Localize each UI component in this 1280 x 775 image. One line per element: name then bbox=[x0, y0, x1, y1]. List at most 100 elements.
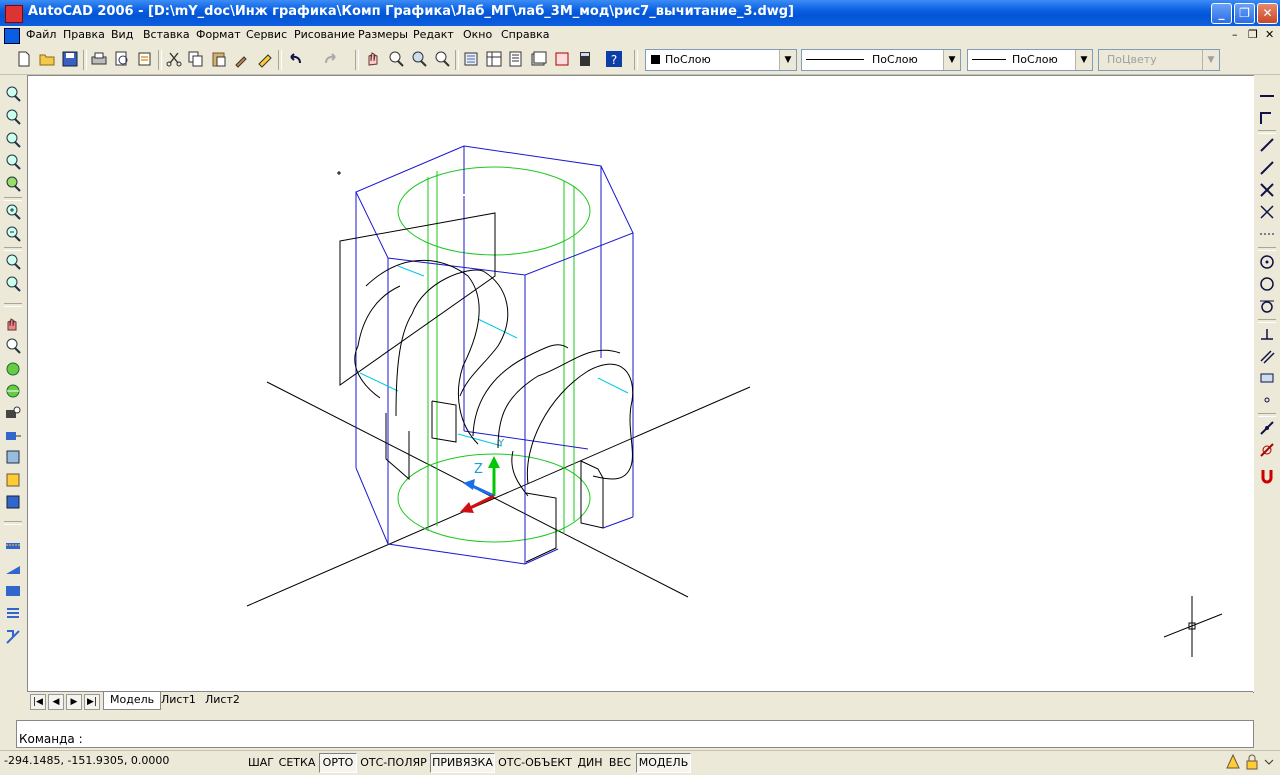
undo-icon[interactable] bbox=[286, 50, 304, 68]
snap-endpoint-icon[interactable] bbox=[1258, 136, 1276, 154]
snap-insert-icon[interactable] bbox=[1258, 369, 1276, 387]
coordinates-readout[interactable]: -294.1485, -151.9305, 0.0000 bbox=[4, 754, 169, 767]
tool-palettes-icon[interactable] bbox=[507, 50, 525, 68]
snap-perpendicular-icon[interactable] bbox=[1258, 325, 1276, 343]
zoom-realtime-icon[interactable] bbox=[387, 50, 405, 68]
snap-extension-icon[interactable] bbox=[1258, 225, 1276, 243]
view-front-icon[interactable] bbox=[4, 560, 22, 578]
snap-midpoint-icon[interactable] bbox=[1258, 159, 1276, 177]
view-manager-icon[interactable] bbox=[4, 628, 22, 646]
snap-apparent-intersection-icon[interactable] bbox=[1258, 203, 1276, 221]
calculator-icon[interactable] bbox=[576, 50, 594, 68]
zoom-window-icon[interactable] bbox=[410, 50, 428, 68]
markup-icon[interactable] bbox=[553, 50, 571, 68]
autocad-app-icon[interactable] bbox=[5, 5, 23, 23]
zoom-in-icon[interactable] bbox=[4, 203, 22, 221]
snap-intersection-icon[interactable] bbox=[1258, 181, 1276, 199]
3d-zoom-icon[interactable] bbox=[4, 337, 22, 355]
doc-minimize-button[interactable]: – bbox=[1232, 28, 1238, 41]
view-iso-icon[interactable] bbox=[4, 582, 22, 600]
zoom-center-icon[interactable] bbox=[4, 153, 22, 171]
menu-file[interactable]: Файл bbox=[26, 28, 56, 41]
zoom-window-icon[interactable] bbox=[4, 85, 22, 103]
close-button[interactable]: ✕ bbox=[1257, 3, 1278, 24]
chevron-down-icon[interactable]: ▼ bbox=[943, 50, 960, 70]
3d-swivel-icon[interactable] bbox=[4, 404, 22, 422]
view-top-icon[interactable] bbox=[4, 537, 22, 555]
tab-model[interactable]: Модель bbox=[103, 692, 162, 710]
doc-close-button[interactable]: ✕ bbox=[1265, 28, 1274, 41]
snap-none-icon[interactable] bbox=[1258, 441, 1276, 459]
plot-icon[interactable] bbox=[90, 50, 108, 68]
3d-pan-icon[interactable] bbox=[4, 315, 22, 333]
save-icon[interactable] bbox=[61, 50, 79, 68]
menu-view[interactable]: Вид bbox=[111, 28, 133, 41]
maximize-button[interactable]: ❐ bbox=[1234, 3, 1255, 24]
snap-parallel-icon[interactable] bbox=[1258, 347, 1276, 365]
snap-tangent-icon[interactable] bbox=[1258, 297, 1276, 315]
tab-layout1[interactable]: Лист1 bbox=[155, 692, 202, 709]
snap-nearest-icon[interactable] bbox=[1258, 419, 1276, 437]
prev-tab-button[interactable]: ◀ bbox=[48, 694, 64, 710]
color-control[interactable]: ПоСлою ▼ bbox=[645, 49, 797, 71]
doc-restore-button[interactable]: ❐ bbox=[1248, 28, 1258, 41]
paste-icon[interactable] bbox=[210, 50, 228, 68]
menu-modify[interactable]: Редакт bbox=[413, 28, 454, 41]
snap-center-icon[interactable] bbox=[1258, 253, 1276, 271]
zoom-object-icon[interactable] bbox=[4, 175, 22, 193]
next-tab-button[interactable]: ▶ bbox=[66, 694, 82, 710]
3d-front-clip-icon[interactable] bbox=[4, 471, 22, 489]
chevron-down-icon[interactable]: ▼ bbox=[1075, 50, 1092, 70]
minimize-button[interactable]: _ bbox=[1211, 3, 1232, 24]
plot-preview-icon[interactable] bbox=[113, 50, 131, 68]
3d-adjust-distance-icon[interactable] bbox=[4, 426, 22, 444]
zoom-dynamic-icon[interactable] bbox=[4, 108, 22, 126]
new-icon[interactable] bbox=[15, 50, 33, 68]
menu-tools[interactable]: Сервис bbox=[246, 28, 287, 41]
3d-orbit-icon[interactable] bbox=[4, 360, 22, 378]
cut-icon[interactable] bbox=[165, 50, 183, 68]
zoom-extents-icon[interactable] bbox=[4, 275, 22, 293]
menu-insert[interactable]: Вставка bbox=[143, 28, 190, 41]
menu-format[interactable]: Формат bbox=[196, 28, 241, 41]
menu-dimension[interactable]: Размеры bbox=[358, 28, 408, 41]
pan-realtime-icon[interactable] bbox=[364, 50, 382, 68]
menu-draw[interactable]: Рисование bbox=[294, 28, 355, 41]
document-icon[interactable] bbox=[4, 28, 20, 44]
copy-icon[interactable] bbox=[187, 50, 205, 68]
menu-window[interactable]: Окно bbox=[463, 28, 492, 41]
last-tab-button[interactable]: ▶| bbox=[84, 694, 100, 710]
drawing-canvas[interactable]: Z Y bbox=[27, 75, 1255, 693]
osnap-settings-icon[interactable] bbox=[1258, 467, 1276, 485]
object-tracking-button[interactable]: ОТС-ОБЪЕКТ bbox=[496, 753, 574, 773]
lineweight-button[interactable]: ВЕС bbox=[605, 753, 635, 773]
menu-help[interactable]: Справка bbox=[501, 28, 549, 41]
polar-tracking-button[interactable]: ОТС-ПОЛЯР bbox=[357, 753, 430, 773]
lineweight-control[interactable]: ПоСлою ▼ bbox=[967, 49, 1093, 71]
status-menu-icon[interactable] bbox=[1264, 756, 1274, 768]
sheet-set-icon[interactable] bbox=[530, 50, 548, 68]
linetype-control[interactable]: ПоСлою ▼ bbox=[801, 49, 961, 71]
3d-back-clip-icon[interactable] bbox=[4, 493, 22, 511]
lock-icon[interactable] bbox=[1245, 754, 1259, 770]
communication-center-icon[interactable] bbox=[1226, 753, 1240, 770]
first-tab-button[interactable]: |◀ bbox=[30, 694, 46, 710]
publish-icon[interactable] bbox=[136, 50, 154, 68]
menu-edit[interactable]: Правка bbox=[63, 28, 105, 41]
snap-node-icon[interactable] bbox=[1258, 391, 1276, 409]
help-icon[interactable]: ? bbox=[605, 50, 623, 68]
dynamic-input-button[interactable]: ДИН bbox=[575, 753, 605, 773]
properties-icon[interactable] bbox=[462, 50, 480, 68]
object-snap-button[interactable]: ПРИВЯЗКА bbox=[430, 753, 495, 773]
ortho-mode-button[interactable]: ОРТО bbox=[319, 753, 357, 773]
zoom-out-icon[interactable] bbox=[4, 225, 22, 243]
chevron-down-icon[interactable]: ▼ bbox=[779, 50, 796, 70]
model-space-button[interactable]: МОДЕЛЬ bbox=[636, 753, 691, 773]
view-list-icon[interactable] bbox=[4, 605, 22, 623]
redo-icon[interactable] bbox=[322, 50, 340, 68]
block-editor-icon[interactable] bbox=[256, 50, 274, 68]
grid-mode-button[interactable]: СЕТКА bbox=[276, 753, 318, 773]
3d-continuous-orbit-icon[interactable] bbox=[4, 382, 22, 400]
temporary-track-icon[interactable] bbox=[1258, 87, 1276, 105]
tab-layout2[interactable]: Лист2 bbox=[199, 692, 246, 709]
